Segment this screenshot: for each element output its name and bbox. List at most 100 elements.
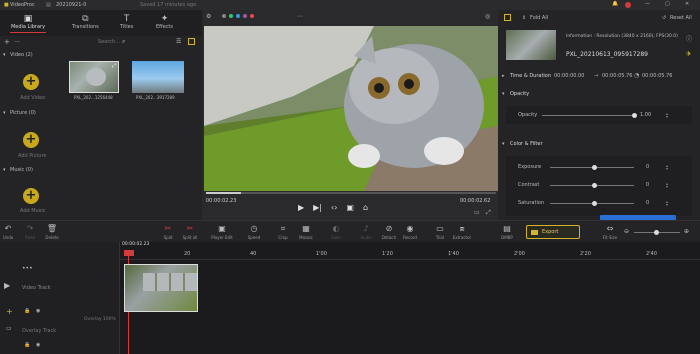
saturation-value[interactable]: 0 [646, 201, 649, 206]
collapse-picture-icon[interactable]: ▾ [3, 111, 6, 116]
next-frame-icon[interactable]: ▶| [313, 203, 322, 212]
fit-size-button[interactable]: ⇔ Fit Size [598, 224, 622, 240]
trial-icon: ▭ [436, 224, 444, 233]
collapse-video-icon[interactable]: ▾ [3, 53, 6, 58]
panel-toggle-icon[interactable] [188, 38, 195, 45]
zoom-out-icon[interactable]: ⊖ [624, 229, 629, 235]
redo-button[interactable]: ↷ Redo [18, 224, 42, 240]
list-view-icon[interactable]: ☰ [176, 39, 181, 45]
tab-titles[interactable]: T Titles [120, 14, 133, 30]
opacity-stepper[interactable]: ▴ ▾ [666, 112, 668, 119]
close-button[interactable]: ✕ [685, 2, 689, 7]
saturation-stepper[interactable]: ▴ ▾ [666, 200, 668, 207]
ruler-tick: 1'00 [316, 251, 327, 257]
add-media-button[interactable]: + [4, 39, 10, 46]
contrast-stepper[interactable]: ▴ ▾ [666, 182, 668, 189]
media-clip-thumbnail[interactable]: ⤢ [69, 61, 119, 93]
arrow-icon: → [594, 73, 599, 79]
preview-settings-icon[interactable]: ⚙ [206, 14, 211, 20]
tab-transitions[interactable]: ⧉ Transitions [72, 14, 99, 30]
search-icon[interactable]: ⌕ [122, 39, 125, 45]
track-headers [0, 242, 120, 354]
end-time-value[interactable]: 00:00:05.76 [602, 74, 632, 79]
snapshot-icon[interactable]: ◎ [485, 14, 490, 20]
speed-button[interactable]: ◷ Speed [242, 224, 266, 240]
color-button[interactable]: ◐ Color [324, 224, 348, 240]
active-tab-underline [10, 32, 46, 33]
search-input[interactable]: Search... [98, 40, 120, 45]
add-music-button[interactable]: + [23, 188, 39, 204]
fold-all-button[interactable]: Fold All [530, 16, 548, 21]
split-button[interactable]: ✂ Split [156, 224, 180, 240]
exposure-slider-knob[interactable] [592, 165, 597, 170]
fold-all-icon[interactable]: ⇕ [522, 16, 526, 21]
expand-icon[interactable]: ⤢ [486, 210, 491, 216]
preview-menu-icon[interactable]: ⋯ [297, 14, 303, 20]
track-menu-icon[interactable]: ••• [22, 266, 33, 272]
collapse-color-icon[interactable]: ▾ [502, 142, 505, 147]
zoom-in-icon[interactable]: ⊕ [684, 229, 689, 235]
duration-value[interactable]: 00:00:05.76 [642, 74, 672, 79]
fullscreen-icon[interactable]: ▣ [346, 203, 354, 212]
preview-progress-bar[interactable] [206, 192, 496, 194]
info-icon[interactable]: ⓘ [686, 37, 692, 43]
lock-icon[interactable]: 🔒 [24, 343, 30, 348]
audio-button[interactable]: ♪ Audio [354, 224, 378, 240]
screen-size-icon[interactable]: ▭ [474, 210, 480, 216]
collapse-music-icon[interactable]: ▾ [3, 168, 6, 173]
export-button[interactable]: Export [526, 225, 580, 239]
reset-all-button[interactable]: Reset All [670, 16, 692, 21]
add-track-icon[interactable]: + [6, 308, 13, 316]
exposure-value[interactable]: 0 [646, 165, 649, 170]
inspector-toggle-icon[interactable] [504, 14, 511, 21]
visibility-icon[interactable]: ◉ [36, 343, 40, 348]
media-panel: ▣ Media Library ⧉ Transitions T Titles ✦… [0, 10, 202, 220]
zoom-slider-knob[interactable] [654, 230, 659, 235]
lock-icon[interactable]: 🔒 [24, 309, 30, 314]
start-time-value[interactable]: 00:00:00.00 [554, 74, 584, 79]
tab-effects[interactable]: ✦ Effects [156, 14, 173, 30]
extractor-button[interactable]: ⧈ Extractor [450, 224, 474, 240]
dmbp-button[interactable]: ▤ DMBP [495, 224, 519, 240]
playhead-handle[interactable] [124, 250, 134, 256]
contrast-slider-knob[interactable] [592, 183, 597, 188]
collapse-opacity-icon[interactable]: ▾ [502, 92, 505, 97]
player-edit-button[interactable]: ▣ Player Edit [210, 224, 234, 240]
opacity-slider[interactable] [542, 115, 634, 116]
opacity-slider-knob[interactable] [632, 113, 637, 118]
maximize-button[interactable]: ▢ [665, 2, 670, 7]
trial-button[interactable]: ▭ Trial [428, 224, 452, 240]
opacity-value[interactable]: 1.00 [640, 113, 651, 118]
reset-icon[interactable]: ↺ [662, 16, 666, 21]
clip-options-icon[interactable]: ⤢ [112, 63, 116, 69]
visibility-icon[interactable]: ◉ [36, 309, 40, 314]
undo-button[interactable]: ↶ Undo [0, 224, 20, 240]
record-button[interactable]: ◉ Record [398, 224, 422, 240]
add-picture-button[interactable]: + [23, 132, 39, 148]
video-track-clip[interactable] [124, 264, 198, 312]
media-clip-thumbnail[interactable] [132, 61, 184, 93]
duration-icon: ◔ [634, 72, 640, 79]
tab-media-library[interactable]: ▣ Media Library [10, 14, 46, 33]
dot [222, 14, 226, 18]
contrast-value[interactable]: 0 [646, 183, 649, 188]
saturation-slider-knob[interactable] [592, 201, 597, 206]
minimize-button[interactable]: — [645, 2, 650, 7]
prev-next-icon[interactable]: ‹› [331, 203, 337, 212]
bookmark-icon[interactable]: ⌂ [363, 203, 368, 212]
play-icon[interactable]: ▶ [298, 203, 304, 212]
delete-button[interactable]: 🗑 Delete [40, 224, 64, 240]
add-video-button[interactable]: + [23, 74, 39, 90]
split-all-button[interactable]: ✂ Split all [178, 224, 202, 240]
notification-icon[interactable]: 🔔 [612, 2, 618, 7]
open-location-icon[interactable]: ⬗ [686, 51, 691, 57]
add-picture-label: Add Picture [18, 153, 47, 159]
exposure-stepper[interactable]: ▴ ▾ [666, 164, 668, 171]
remove-media-button[interactable]: — [14, 39, 20, 45]
app-name-menu[interactable]: VideoProc [10, 3, 35, 8]
preview-progress-fill [206, 192, 241, 194]
expand-time-icon[interactable]: ▸ [502, 74, 505, 79]
crop-button[interactable]: ⌗ Crop [271, 224, 295, 240]
file-icon: ▤ [46, 2, 51, 8]
mosaic-button[interactable]: ▦ Mosaic [294, 224, 318, 240]
